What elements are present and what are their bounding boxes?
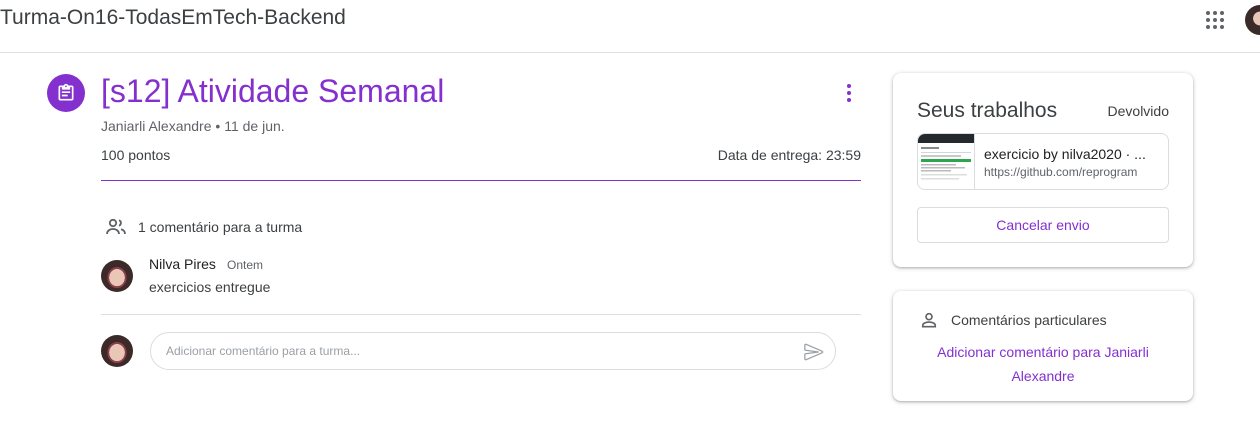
attachment-title: exercicio by nilva2020 · ...: [984, 146, 1146, 162]
comment-time: Ontem: [227, 258, 264, 272]
add-private-comment-link[interactable]: Adicionar comentário para Janiarli Alexa…: [913, 340, 1173, 388]
class-comments-toggle[interactable]: 1 comentário para a turma: [104, 215, 302, 239]
top-bar: Turma-On16-TodasEmTech-Backend: [0, 0, 1260, 53]
private-comments-title: Comentários particulares: [951, 312, 1107, 328]
send-icon[interactable]: [803, 341, 825, 363]
attachment-card[interactable]: exercicio by nilva2020 · ... https://git…: [917, 133, 1169, 190]
assignment-clipboard-icon: [47, 74, 85, 112]
comments-divider: [101, 314, 861, 315]
current-user-avatar: [101, 335, 133, 367]
your-work-title: Seus trabalhos: [917, 99, 1058, 122]
course-title[interactable]: Turma-On16-TodasEmTech-Backend: [0, 6, 346, 30]
more-options-icon[interactable]: [838, 80, 860, 106]
comment-author: Nilva Pires: [149, 256, 216, 272]
people-icon: [106, 218, 126, 235]
attachment-url: https://github.com/reprogram: [984, 165, 1138, 179]
class-comment-box: [150, 332, 836, 370]
assignment-points: 100 pontos: [101, 147, 171, 163]
attachment-thumbnail: [918, 134, 975, 189]
due-date: Data de entrega: 23:59: [717, 147, 861, 163]
meta-separator: •: [215, 118, 221, 134]
private-comments-header: Comentários particulares: [919, 309, 1107, 331]
assignment-date: 11 de jun.: [224, 118, 285, 134]
assignment-author: Janiarli Alexandre: [101, 118, 212, 134]
comment-text: exercicios entregue: [149, 279, 271, 295]
person-icon: [921, 312, 937, 328]
private-comments-card: Comentários particulares Adicionar comen…: [893, 291, 1193, 401]
header-divider: [101, 180, 861, 181]
google-apps-icon[interactable]: [1203, 8, 1227, 32]
class-comments-count: 1 comentário para a turma: [138, 219, 303, 235]
your-work-card: Seus trabalhos Devolvido exercicio by ni…: [893, 73, 1193, 267]
class-comment-input[interactable]: [166, 333, 786, 369]
assignment-title: [s12] Atividade Semanal: [101, 73, 445, 109]
commenter-avatar: [101, 260, 133, 292]
assignment-meta: Janiarli Alexandre • 11 de jun.: [101, 118, 285, 134]
work-status: Devolvido: [1107, 103, 1169, 119]
unsubmit-button[interactable]: Cancelar envio: [917, 207, 1169, 243]
account-avatar[interactable]: [1245, 5, 1260, 35]
